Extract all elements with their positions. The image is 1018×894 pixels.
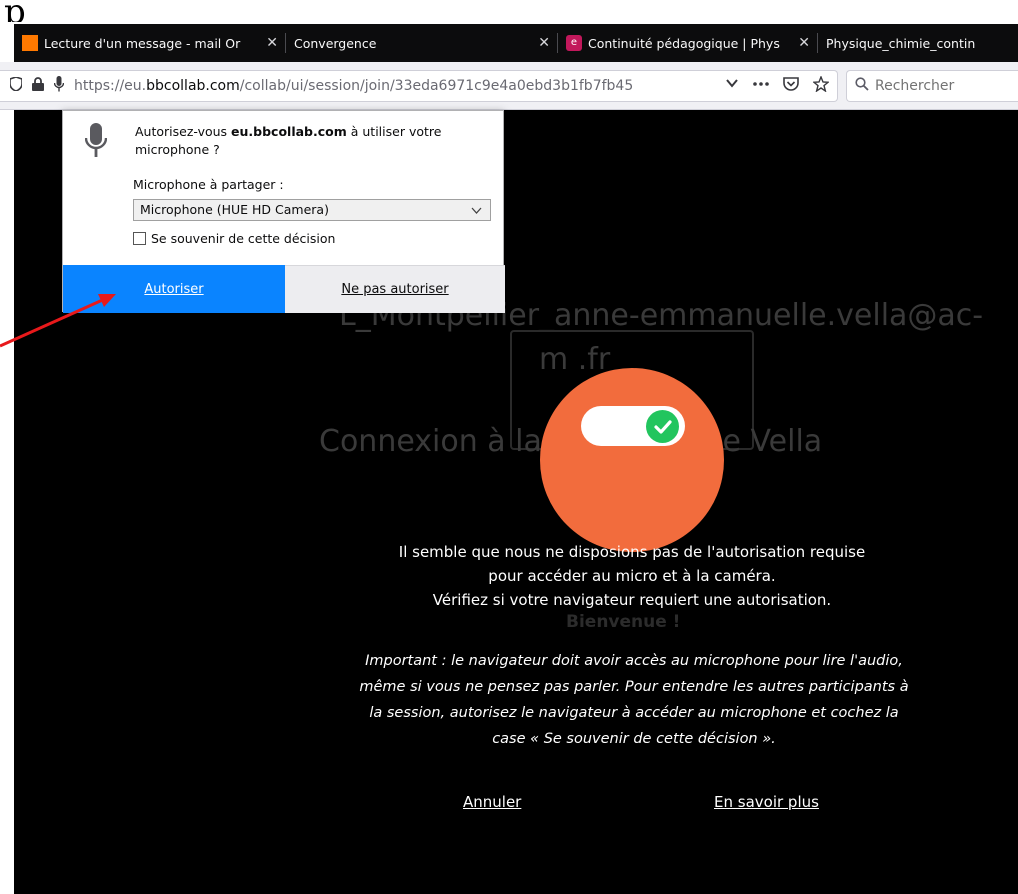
tab-mail[interactable]: Lecture d'un message - mail Or ✕ <box>14 24 286 62</box>
tab-strip: Lecture d'un message - mail Or ✕ Converg… <box>14 24 1018 62</box>
device-label: Microphone à partager : <box>133 177 284 192</box>
search-placeholder: Rechercher <box>875 78 955 94</box>
message-line3: Vérifiez si votre navigateur requiert un… <box>432 591 832 609</box>
background-user-line2: m .fr <box>539 342 611 377</box>
navigation-bar: https://eu.bbcollab.com/collab/ui/sessio… <box>0 62 1018 110</box>
background-welcome-text: Bienvenue ! <box>566 612 681 632</box>
screenshot: p Lecture d'un message - mail Or ✕ Conve… <box>0 0 1018 894</box>
corner-text: p <box>4 0 26 22</box>
message-line2: pour accéder au micro et à la caméra. <box>488 567 776 585</box>
close-icon[interactable]: ✕ <box>798 35 810 51</box>
tab-convergence[interactable]: Convergence ✕ <box>286 24 558 62</box>
tab-title: Convergence <box>294 35 377 51</box>
close-icon[interactable]: ✕ <box>266 35 278 51</box>
tab-title: Continuité pédagogique | Phys <box>588 35 780 51</box>
search-input[interactable]: Rechercher <box>846 70 1018 102</box>
more-options-icon[interactable] <box>753 76 769 96</box>
remember-label: Se souvenir de cette décision <box>151 231 336 246</box>
url-bar[interactable]: https://eu.bbcollab.com/collab/ui/sessio… <box>0 70 838 102</box>
important-note: Important : le navigateur doit avoir acc… <box>359 653 909 747</box>
cancel-link[interactable]: Annuler <box>463 793 521 811</box>
message-line1: Il semble que nous ne disposions pas de … <box>398 543 866 561</box>
deny-button[interactable]: Ne pas autoriser <box>285 265 505 313</box>
search-icon <box>855 77 869 95</box>
check-icon <box>646 410 679 443</box>
lock-icon[interactable] <box>32 77 44 95</box>
remember-decision-checkbox[interactable]: Se souvenir de cette décision <box>133 231 335 246</box>
tab-title: Physique_chimie_contin <box>826 35 976 51</box>
bookmark-star-icon[interactable] <box>812 75 830 96</box>
tab-physique[interactable]: Physique_chimie_contin <box>818 24 1018 62</box>
permission-question: Autorisez-vous eu.bbcollab.com à utilise… <box>135 124 442 157</box>
checkbox-box[interactable] <box>133 232 146 245</box>
shield-icon[interactable] <box>9 76 23 95</box>
learn-more-link[interactable]: En savoir plus <box>714 793 819 811</box>
orange-logo-icon <box>22 35 38 51</box>
chevron-down-icon[interactable] <box>725 76 739 96</box>
tab-continuite[interactable]: e Continuité pédagogique | Phys ✕ <box>558 24 818 62</box>
microphone-permission-popup: Autorisez-vous eu.bbcollab.com à utilise… <box>62 110 505 313</box>
permission-illustration <box>540 368 724 552</box>
allow-button[interactable]: Autoriser <box>63 265 285 313</box>
chevron-down-icon <box>471 200 482 227</box>
microphone-select[interactable]: Microphone (HUE HD Camera) <box>133 199 491 221</box>
tab-title: Lecture d'un message - mail Or <box>44 35 241 51</box>
selected-device: Microphone (HUE HD Camera) <box>140 202 329 217</box>
close-icon[interactable]: ✕ <box>538 35 550 51</box>
microphone-icon <box>84 123 108 159</box>
microphone-icon[interactable] <box>53 76 65 96</box>
e-logo-icon: e <box>566 35 582 51</box>
url-text[interactable]: https://eu.bbcollab.com/collab/ui/sessio… <box>74 78 674 94</box>
pocket-icon[interactable] <box>783 76 799 96</box>
permission-message: Il semble que nous ne disposions pas de … <box>352 540 912 612</box>
